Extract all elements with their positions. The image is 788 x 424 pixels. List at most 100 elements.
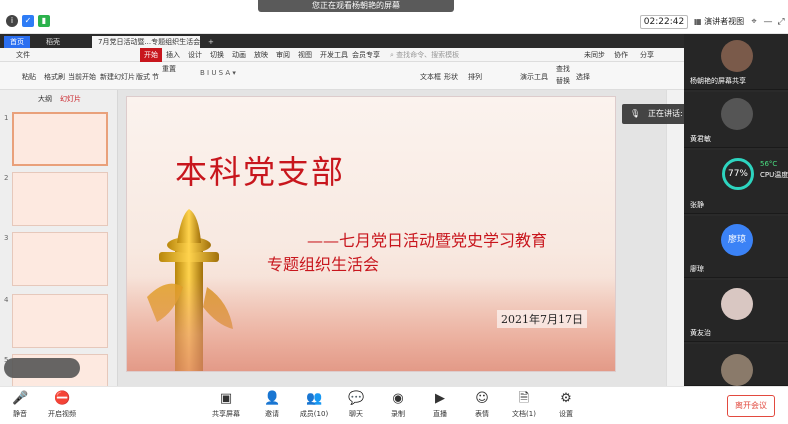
start-video-button[interactable]: ⛔ 开启视频 bbox=[40, 391, 84, 423]
emoji-button[interactable]: ☺ 表情 bbox=[462, 391, 502, 423]
menu-member[interactable]: 会员专享 bbox=[352, 48, 380, 62]
avatar bbox=[721, 288, 753, 320]
pin-icon[interactable]: ⌖ bbox=[748, 15, 760, 29]
paste-button[interactable]: 粘贴 bbox=[22, 72, 36, 82]
wps-tab-row: 首页 稻壳 7月党日活动暨...专题组织生活会 + bbox=[0, 34, 684, 48]
participants-panel: 杨朝艳的屏幕共享 黄君敏 77% 56°C CPU温度 张静 廖琼 廖琼 黄友治 bbox=[684, 34, 788, 386]
participant-name: 黄友治 bbox=[690, 329, 711, 337]
record-icon: ◉ bbox=[392, 391, 404, 406]
slide-thumbnail-4[interactable] bbox=[12, 294, 108, 348]
select-button[interactable]: 选择 bbox=[576, 72, 590, 82]
view-mode-button[interactable]: ▦ 演讲者视图 bbox=[694, 15, 756, 29]
sync-status[interactable]: 未同步 bbox=[584, 48, 605, 62]
leave-meeting-button[interactable]: 离开会议 bbox=[727, 395, 775, 417]
avatar bbox=[721, 354, 753, 386]
slide-thumbnail-2[interactable] bbox=[12, 172, 108, 226]
shield-icon[interactable]: ✓ bbox=[22, 15, 34, 27]
avatar: 廖琼 bbox=[721, 224, 753, 256]
pane-tab-slides[interactable]: 幻灯片 bbox=[60, 94, 81, 104]
avatar bbox=[721, 98, 753, 130]
tab-document[interactable]: 7月党日活动暨...专题组织生活会 bbox=[92, 36, 200, 48]
cpu-gauge: 77% bbox=[722, 158, 754, 190]
mic-icon: 🎤 bbox=[12, 391, 29, 406]
menu-review[interactable]: 审阅 bbox=[276, 48, 290, 62]
menu-developer[interactable]: 开发工具 bbox=[320, 48, 348, 62]
share-screen-button[interactable]: ▣ 共享屏幕 bbox=[206, 391, 246, 423]
new-slide-button[interactable]: 新建幻灯片 bbox=[100, 72, 135, 82]
info-icon[interactable]: i bbox=[6, 15, 18, 27]
thumb-number: 3 bbox=[4, 234, 9, 242]
new-tab-button[interactable]: + bbox=[202, 36, 220, 48]
thumb-number: 2 bbox=[4, 174, 9, 182]
participant-tile[interactable]: 黄友治 bbox=[684, 280, 788, 342]
current-slide[interactable]: 本科党支部 ——七月党日活动暨党史学习教育 专题组织生活会 2021年7月17日 bbox=[126, 96, 616, 372]
menu-transition[interactable]: 切换 bbox=[210, 48, 224, 62]
live-button[interactable]: ▶ 直播 bbox=[420, 391, 460, 423]
menu-slideshow[interactable]: 放映 bbox=[254, 48, 268, 62]
font-controls[interactable]: B I U S A ▾ bbox=[200, 68, 236, 78]
layout-button[interactable]: 版式 bbox=[136, 72, 150, 82]
play-from-current-button[interactable]: 当前开始 bbox=[68, 72, 96, 82]
signal-icon[interactable]: ▮ bbox=[38, 15, 50, 27]
search-command[interactable]: ⌕ 查找命令、搜索模板 bbox=[390, 48, 459, 62]
find-button[interactable]: 查找 bbox=[556, 64, 570, 74]
replace-button[interactable]: 替换 bbox=[556, 76, 570, 86]
cpu-label: CPU温度 bbox=[760, 171, 788, 179]
participant-name: 张静 bbox=[690, 201, 704, 209]
participant-tile[interactable]: 廖琼 廖琼 bbox=[684, 216, 788, 278]
format-painter-button[interactable]: 格式刷 bbox=[44, 72, 65, 82]
share-button[interactable]: 分享 bbox=[640, 48, 654, 62]
camera-off-icon: ⛔ bbox=[54, 391, 71, 406]
search-placeholder: 查找命令、搜索模板 bbox=[396, 51, 460, 59]
members-button[interactable]: 👥 成员(10) bbox=[294, 391, 334, 423]
slide-thumbnail-pane: 大纲 幻灯片 1 2 3 4 5 bbox=[0, 90, 118, 386]
menu-home[interactable]: 开始 bbox=[140, 48, 162, 62]
chat-button[interactable]: 💬 聊天 bbox=[336, 391, 376, 423]
thumb-number: 4 bbox=[4, 296, 9, 304]
emoji-icon: ☺ bbox=[475, 391, 489, 406]
menu-insert[interactable]: 插入 bbox=[166, 48, 180, 62]
slide-thumbnail-3[interactable] bbox=[12, 232, 108, 286]
thumb-number: 1 bbox=[4, 114, 9, 122]
fullscreen-icon[interactable]: ⤢ bbox=[775, 15, 787, 29]
pane-tab-outline[interactable]: 大纲 bbox=[38, 94, 52, 104]
shared-screen: 首页 稻壳 7月党日活动暨...专题组织生活会 + 文件 开始 插入 设计 切换… bbox=[0, 34, 684, 386]
invite-icon: 👤 bbox=[264, 391, 281, 406]
slide-thumbnail-1[interactable] bbox=[12, 112, 108, 166]
view-mode-label: 演讲者视图 bbox=[704, 17, 745, 26]
presentation-tools-button[interactable]: 演示工具 bbox=[520, 72, 548, 82]
cpu-temp: 56°C bbox=[760, 160, 778, 168]
meeting-control-bar: 🎤 静音 ⛔ 开启视频 ▣ 共享屏幕 👤 邀请 👥 成员(10) 💬 聊天 ◉ 录制 ▶ 直播 … bbox=[0, 386, 788, 424]
menu-design[interactable]: 设计 bbox=[188, 48, 202, 62]
floating-toolbar[interactable] bbox=[4, 358, 80, 378]
reset-button[interactable]: 重置 bbox=[162, 64, 176, 74]
live-icon: ▶ bbox=[435, 391, 445, 406]
arrange-button[interactable]: 排列 bbox=[468, 72, 482, 82]
shape-button[interactable]: 形状 bbox=[444, 72, 458, 82]
slide-date: 2021年7月17日 bbox=[497, 310, 587, 328]
wps-menu-row: 文件 开始 插入 设计 切换 动画 放映 审阅 视图 开发工具 会员专享 ⌕ 查… bbox=[0, 48, 684, 62]
invite-button[interactable]: 👤 邀请 bbox=[252, 391, 292, 423]
record-button[interactable]: ◉ 录制 bbox=[378, 391, 418, 423]
participant-tile[interactable]: 黄君敏 bbox=[684, 92, 788, 148]
collaborate-button[interactable]: 协作 bbox=[614, 48, 628, 62]
menu-animation[interactable]: 动画 bbox=[232, 48, 246, 62]
tab-home[interactable]: 首页 bbox=[4, 36, 30, 48]
tab-daoke[interactable]: 稻壳 bbox=[40, 36, 66, 48]
share-screen-icon: ▣ bbox=[219, 391, 233, 406]
slide-title: 本科党支部 bbox=[175, 153, 346, 191]
menu-view[interactable]: 视图 bbox=[298, 48, 312, 62]
wps-side-tools bbox=[666, 90, 684, 386]
participant-tile[interactable] bbox=[684, 344, 788, 386]
settings-button[interactable]: ⚙ 设置 bbox=[546, 391, 586, 423]
documents-button[interactable]: 🗎 文档(1) bbox=[504, 391, 544, 423]
participant-tile[interactable]: 杨朝艳的屏幕共享 bbox=[684, 34, 788, 90]
minimize-icon[interactable]: — bbox=[762, 15, 774, 29]
participant-tile[interactable]: 77% 56°C CPU温度 张静 bbox=[684, 150, 788, 214]
mute-button[interactable]: 🎤 静音 bbox=[0, 391, 40, 423]
textbox-button[interactable]: 文本框 bbox=[420, 72, 441, 82]
menu-file[interactable]: 文件 bbox=[16, 48, 30, 62]
section-button[interactable]: 节 bbox=[152, 72, 159, 82]
slide-canvas: 本科党支部 ——七月党日活动暨党史学习教育 专题组织生活会 2021年7月17日 bbox=[118, 90, 666, 386]
participant-name: 廖琼 bbox=[690, 265, 704, 273]
